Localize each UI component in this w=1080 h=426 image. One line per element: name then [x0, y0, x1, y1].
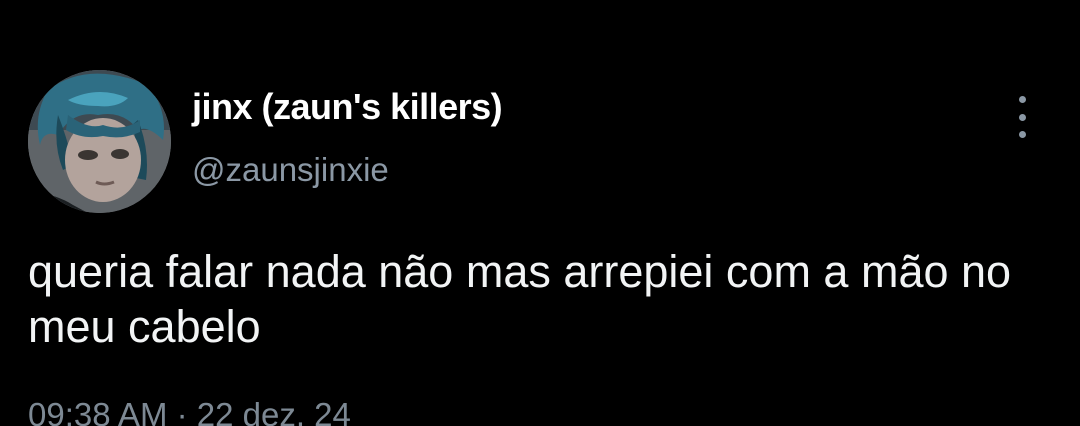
more-vertical-icon [1018, 96, 1026, 103]
tweet-card: jinx (zaun's killers) @zaunsjinxie queri… [0, 0, 1080, 426]
tweet-text: queria falar nada não mas arrepiei com a… [28, 246, 1012, 352]
tweet-timestamp[interactable]: 09:38 AM · 22 dez. 24 [28, 396, 351, 426]
more-vertical-icon [1018, 113, 1026, 121]
avatar-image [28, 70, 171, 213]
author-handle[interactable]: @zaunsjinxie [192, 151, 389, 189]
more-vertical-icon [1018, 131, 1026, 138]
avatar[interactable] [28, 70, 171, 213]
author-display-name[interactable]: jinx (zaun's killers) [192, 86, 503, 128]
more-options-button[interactable] [1006, 96, 1038, 138]
